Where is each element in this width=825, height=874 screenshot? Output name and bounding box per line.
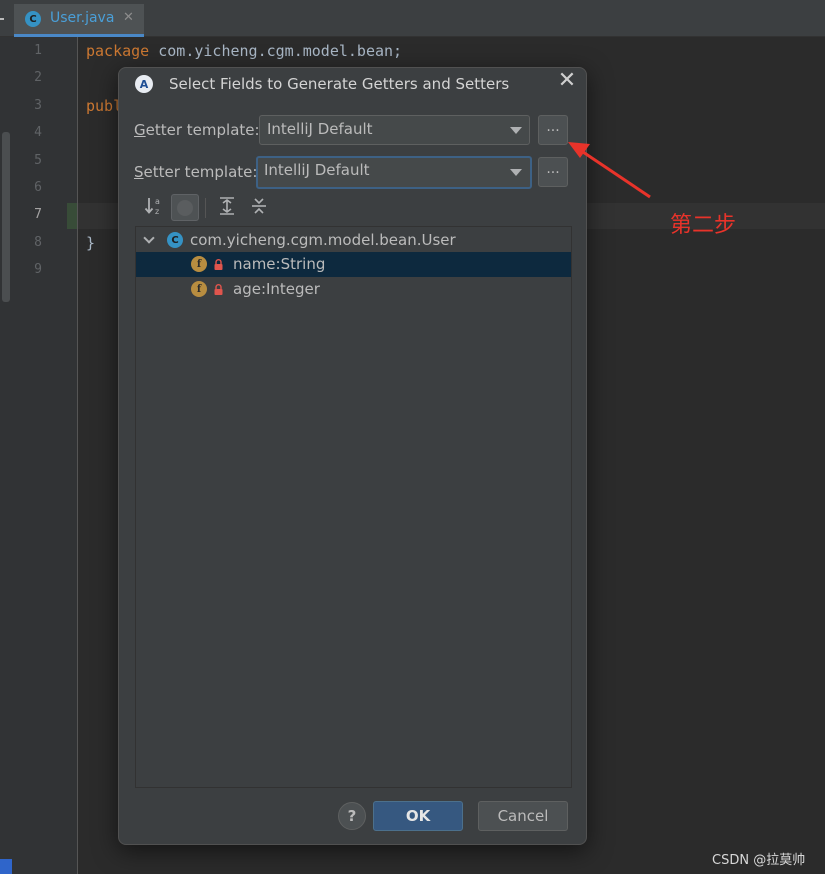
line-number: 7 — [34, 207, 42, 223]
help-button[interactable]: ? — [338, 802, 366, 830]
setter-template-label: Setter template: — [134, 163, 258, 181]
app-logo-icon: A — [135, 75, 153, 93]
line-number: 8 — [34, 234, 42, 250]
line-number: 6 — [34, 180, 42, 195]
java-class-icon: C — [25, 11, 41, 27]
tab-label: User.java — [50, 10, 115, 26]
field-icon: f — [191, 256, 207, 272]
setter-template-select[interactable]: IntelliJ Default — [256, 156, 532, 189]
package-name: com.yicheng.cgm.model.bean; — [149, 42, 403, 60]
class-icon: C — [167, 232, 183, 248]
tab-bar-left-marker — [0, 18, 4, 20]
dialog-title: Select Fields to Generate Getters and Se… — [169, 75, 510, 93]
line-number: 1 — [34, 43, 42, 58]
member-chooser-tree[interactable]: C com.yicheng.cgm.model.bean.User f name… — [135, 226, 572, 788]
chevron-down-icon — [510, 169, 522, 176]
code-line-1: package com.yicheng.cgm.model.bean; — [86, 42, 402, 60]
scrollbar-thumb[interactable] — [2, 132, 10, 302]
ok-button[interactable]: OK — [373, 801, 463, 831]
show-classes-toggle[interactable] — [171, 194, 199, 221]
svg-text:a: a — [155, 197, 160, 206]
collapse-all-icon[interactable] — [248, 193, 270, 219]
line-number: 2 — [34, 70, 42, 86]
private-lock-icon — [214, 284, 223, 295]
left-tool-strip — [0, 37, 12, 874]
chevron-down-icon[interactable] — [143, 232, 155, 244]
field-label: age:Integer — [233, 280, 320, 298]
close-icon[interactable]: ✕ — [556, 70, 578, 92]
svg-text:z: z — [155, 207, 159, 216]
code-line-3: publ — [86, 97, 122, 115]
line-number: 9 — [34, 262, 42, 278]
getter-template-value: IntelliJ Default — [267, 120, 373, 138]
getter-template-label: Getter template: — [134, 121, 260, 139]
line-number: 4 — [34, 125, 42, 141]
tree-root-label: com.yicheng.cgm.model.bean.User — [190, 231, 456, 249]
setter-template-value: IntelliJ Default — [264, 161, 370, 179]
tree-field-row[interactable]: f age:Integer — [136, 277, 571, 302]
field-label: name:String — [233, 255, 326, 273]
getter-template-select[interactable]: IntelliJ Default — [259, 115, 530, 145]
tree-field-row[interactable]: f name:String — [136, 252, 571, 277]
change-marker — [67, 203, 77, 229]
field-icon: f — [191, 281, 207, 297]
watermark: CSDN @拉莫帅 — [712, 853, 806, 868]
annotation-step-label: 第二步 — [670, 213, 737, 238]
keyword: publ — [86, 97, 123, 115]
tab-close-icon[interactable]: ✕ — [123, 10, 134, 25]
closing-brace: } — [86, 234, 96, 252]
cancel-button[interactable]: Cancel — [478, 801, 568, 831]
toolbar-separator — [205, 198, 206, 218]
chevron-down-icon — [510, 127, 522, 134]
editor-tab-bar: C User.java ✕ — [0, 0, 825, 37]
line-number: 5 — [34, 152, 42, 168]
line-number: 3 — [34, 97, 42, 113]
expand-all-icon[interactable] — [216, 193, 238, 219]
generate-getters-setters-dialog: A Select Fields to Generate Getters and … — [118, 67, 587, 845]
keyword: package — [86, 42, 150, 60]
tab-user-java[interactable]: C User.java ✕ — [14, 4, 144, 37]
show-classes-icon — [177, 200, 193, 216]
tree-root-row[interactable]: C com.yicheng.cgm.model.bean.User — [136, 228, 571, 253]
tool-window-marker — [0, 859, 12, 874]
code-line-8: } — [86, 234, 95, 252]
private-lock-icon — [214, 259, 223, 270]
sort-alphabetically-icon[interactable]: a z — [143, 193, 165, 219]
annotation-arrow-icon — [568, 142, 651, 199]
